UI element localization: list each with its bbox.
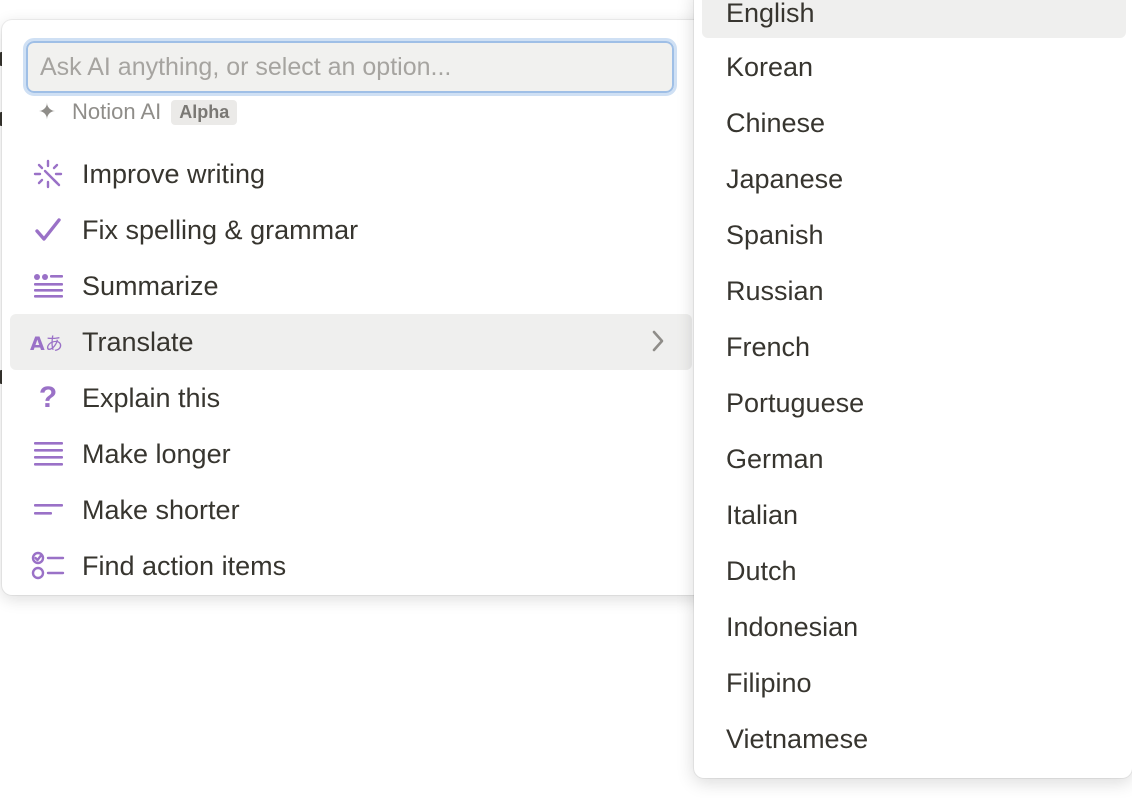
menu-item-label: Fix spelling & grammar	[82, 214, 359, 245]
menu-item-label: Improve writing	[82, 158, 266, 189]
language-option-russian[interactable]: Russian	[702, 266, 1126, 316]
checkmark-icon	[28, 210, 68, 250]
section-title: Notion AI	[72, 99, 162, 124]
menu-item-make-shorter[interactable]: Make shorter	[10, 482, 692, 538]
language-option-italian[interactable]: Italian	[702, 490, 1126, 540]
lines-short-icon	[28, 490, 68, 530]
menu-item-label: Make shorter	[82, 494, 240, 525]
ask-ai-input[interactable]	[23, 38, 677, 96]
sparkle-icon: ✦	[37, 99, 57, 124]
translate-language-menu: English Korean Chinese Japanese Spanish …	[694, 0, 1132, 778]
alpha-badge: Alpha	[171, 99, 238, 125]
language-option-filipino[interactable]: Filipino	[702, 658, 1126, 708]
svg-text:A: A	[30, 333, 45, 355]
language-option-english[interactable]: English	[702, 0, 1126, 38]
svg-text:あ: あ	[45, 334, 63, 355]
lines-long-icon	[28, 434, 68, 474]
menu-item-label: Make longer	[82, 438, 231, 469]
menu-item-label: Summarize	[82, 270, 219, 301]
section-header: ✦ Notion AI Alpha	[32, 98, 238, 126]
language-option-german[interactable]: German	[702, 434, 1126, 484]
language-option-vietnamese[interactable]: Vietnamese	[702, 714, 1126, 764]
menu-item-summarize[interactable]: Summarize	[10, 258, 692, 314]
language-option-french[interactable]: French	[702, 322, 1126, 372]
menu-item-translate[interactable]: A あ Translate	[10, 314, 692, 370]
menu-item-explain[interactable]: ? Explain this	[10, 370, 692, 426]
menu-item-make-longer[interactable]: Make longer	[10, 426, 692, 482]
language-option-japanese[interactable]: Japanese	[702, 154, 1126, 204]
language-option-portuguese[interactable]: Portuguese	[702, 378, 1126, 428]
menu-item-label: Find action items	[82, 550, 287, 581]
language-option-spanish[interactable]: Spanish	[702, 210, 1126, 260]
translate-icon: A あ	[28, 322, 68, 362]
chevron-right-icon	[650, 328, 666, 359]
checklist-icon	[28, 546, 68, 586]
ai-command-menu: ✦ Notion AI Alpha Improve writing Fix sp…	[2, 20, 722, 595]
sparkle-wand-icon	[28, 154, 68, 194]
menu-item-fix-spelling[interactable]: Fix spelling & grammar	[10, 202, 692, 258]
menu-item-label: Translate	[82, 326, 194, 357]
language-option-korean[interactable]: Korean	[702, 42, 1126, 92]
language-option-dutch[interactable]: Dutch	[702, 546, 1126, 596]
language-option-indonesian[interactable]: Indonesian	[702, 602, 1126, 652]
question-mark-icon: ?	[38, 381, 58, 414]
menu-item-improve-writing[interactable]: Improve writing	[10, 146, 692, 202]
language-option-chinese[interactable]: Chinese	[702, 98, 1126, 148]
menu-item-label: Explain this	[82, 382, 221, 413]
quote-lines-icon	[28, 266, 68, 306]
menu-item-find-action-items[interactable]: Find action items	[10, 538, 692, 594]
